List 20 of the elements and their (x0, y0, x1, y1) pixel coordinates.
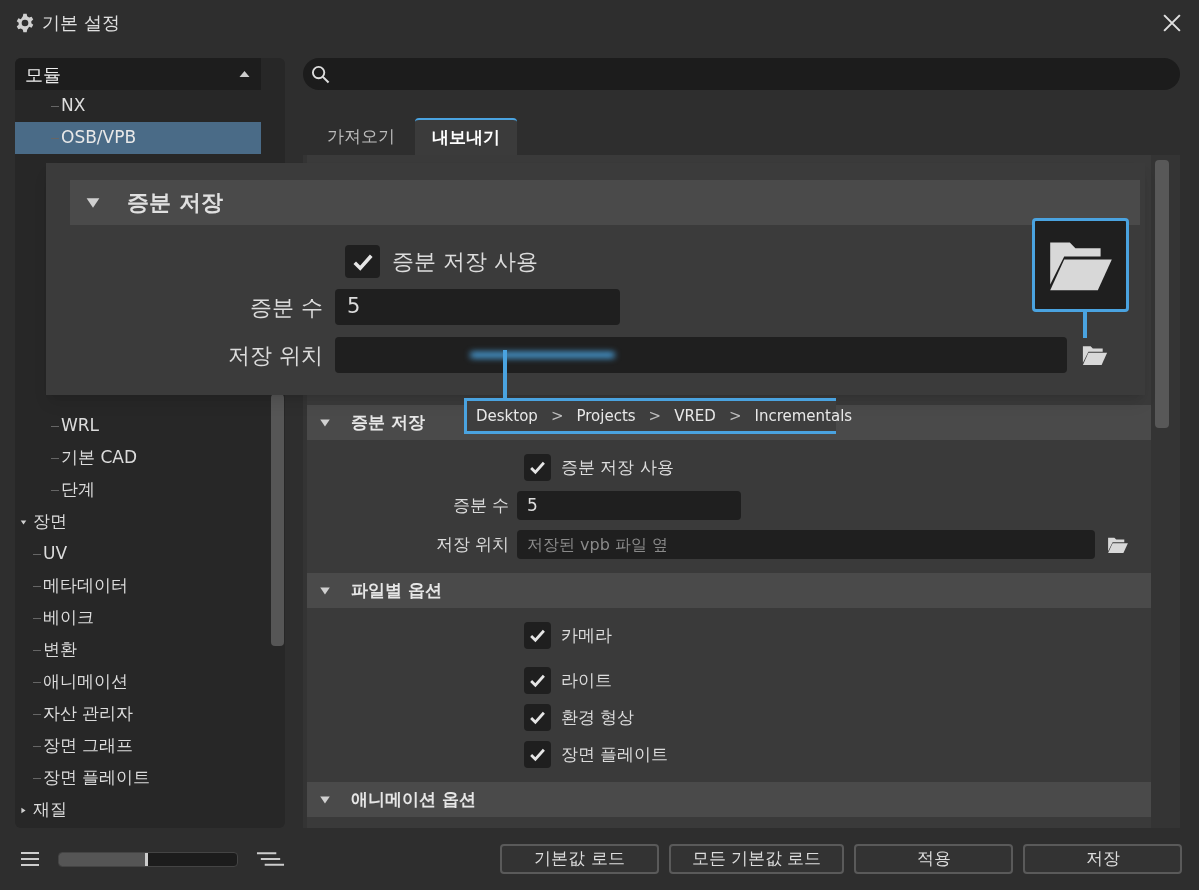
breadcrumb-item: Projects (576, 405, 636, 427)
checkbox-label: 증분 저장 사용 (561, 455, 674, 479)
field-label: 저장 위치 (434, 532, 510, 556)
checkbox-label: 환경 형상 (561, 705, 635, 729)
breadcrumb-item: Desktop (476, 405, 538, 427)
checkbox-label: 증분 저장 사용 (392, 248, 538, 276)
number-field: 5 (335, 289, 620, 325)
checkbox-label: 장면 플레이트 (561, 742, 669, 766)
section-header: 증분 저장 (70, 180, 1140, 225)
checkbox-label: 카메라 (561, 623, 612, 647)
breadcrumb-item: VRED (674, 405, 716, 427)
field-label: 저장 위치 (227, 341, 324, 370)
field-label: 증분 수 (451, 493, 510, 517)
checkbox-label: 라이트 (561, 668, 612, 692)
breadcrumb-separator: > (550, 405, 564, 427)
window-title: 기본 설정 (42, 11, 120, 35)
field-label: 증분 수 (249, 293, 324, 322)
breadcrumb-separator: > (728, 405, 742, 427)
breadcrumb-item: Incrementals (754, 405, 853, 427)
breadcrumb-separator: > (648, 405, 662, 427)
